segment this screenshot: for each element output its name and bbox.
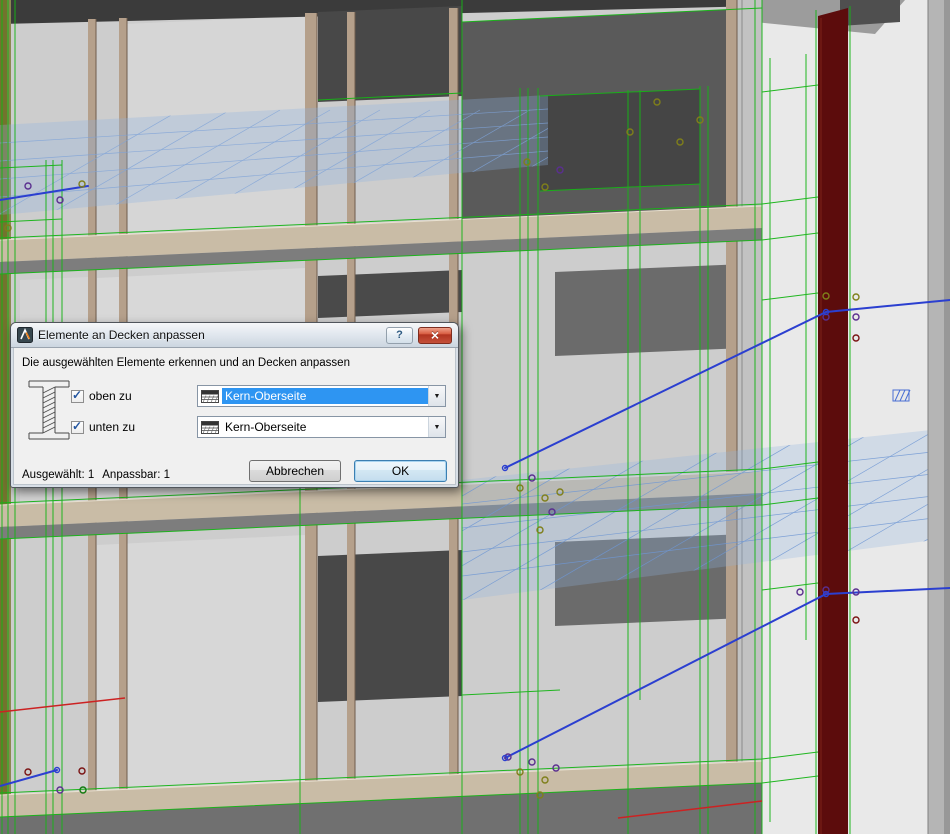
grid-marker-icon bbox=[893, 390, 910, 401]
unten-zu-label: unten zu bbox=[89, 420, 135, 434]
dialog-title: Elemente an Decken anpassen bbox=[38, 328, 381, 342]
selected-count: Ausgewählt: 1 bbox=[22, 469, 94, 481]
chevron-down-icon[interactable]: ▼ bbox=[428, 386, 445, 406]
oben-zu-checkbox[interactable]: ✓ bbox=[71, 390, 84, 403]
status-line: Ausgewählt: 1 Anpassbar: 1 bbox=[22, 469, 178, 481]
check-icon: ✓ bbox=[72, 388, 82, 402]
section-cut-element bbox=[818, 8, 848, 834]
slab-layers-icon bbox=[198, 421, 222, 434]
cancel-button[interactable]: Abbrechen bbox=[249, 460, 341, 482]
slab-layers-icon bbox=[198, 390, 222, 403]
help-icon: ? bbox=[396, 329, 403, 341]
oben-zu-value: Kern-Oberseite bbox=[222, 388, 428, 404]
adjustable-count: Anpassbar: 1 bbox=[102, 469, 170, 481]
chevron-down-icon[interactable]: ▼ bbox=[428, 417, 445, 437]
close-button[interactable]: × bbox=[418, 327, 452, 344]
unten-zu-checkbox[interactable]: ✓ bbox=[71, 421, 84, 434]
oben-zu-label: oben zu bbox=[89, 389, 132, 403]
ibeam-profile-icon bbox=[28, 378, 70, 447]
help-button[interactable]: ? bbox=[386, 327, 413, 344]
far-right-column bbox=[928, 0, 950, 834]
check-icon: ✓ bbox=[72, 419, 82, 433]
unten-zu-combobox[interactable]: Kern-Oberseite ▼ bbox=[197, 416, 446, 438]
adjust-elements-dialog: Elemente an Decken anpassen ? × Die ausg… bbox=[10, 322, 459, 488]
dialog-description: Die ausgewählten Elemente erkennen und a… bbox=[22, 357, 350, 369]
oben-zu-combobox[interactable]: Kern-Oberseite ▼ bbox=[197, 385, 446, 407]
unten-zu-value: Kern-Oberseite bbox=[222, 419, 428, 435]
application-window: Elemente an Decken anpassen ? × Die ausg… bbox=[0, 0, 950, 834]
ok-button[interactable]: OK bbox=[354, 460, 447, 482]
dialog-body: Die ausgewählten Elemente erkennen und a… bbox=[13, 348, 456, 485]
archicad-icon bbox=[17, 327, 33, 343]
close-icon: × bbox=[431, 328, 439, 342]
dialog-titlebar[interactable]: Elemente an Decken anpassen ? × bbox=[11, 323, 458, 348]
